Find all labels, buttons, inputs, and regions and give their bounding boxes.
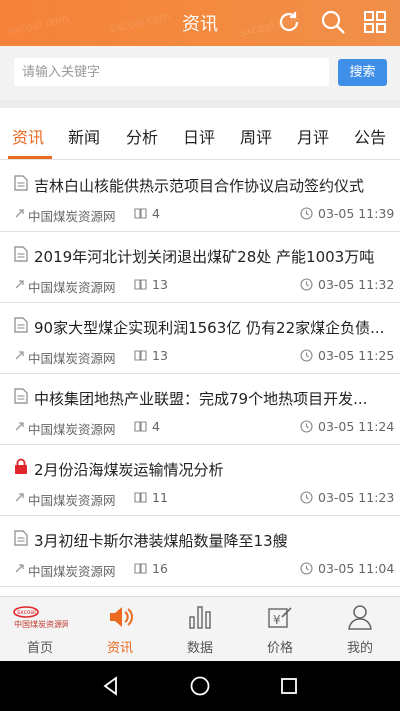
read-count: 4: [152, 206, 160, 221]
tab-xinwen[interactable]: 新闻: [68, 124, 100, 148]
read-count: 16: [152, 561, 168, 576]
source-link-icon: [15, 564, 24, 573]
publish-time: 03-05 11:39: [318, 206, 395, 221]
bar-chart-icon: [189, 606, 211, 629]
clock-icon: [300, 278, 313, 291]
publish-time: 03-05 11:32: [318, 277, 395, 292]
active-tab-indicator: [8, 156, 52, 159]
article-title: 2019年河北计划关闭退出煤矿28处 产能1003万吨: [34, 248, 375, 266]
document-icon: [14, 530, 28, 546]
book-icon: [134, 350, 147, 361]
clock-icon: [300, 420, 313, 433]
book-icon: [134, 208, 147, 219]
nav-home[interactable]: sxcoal 中国煤炭资源网 首页: [0, 597, 80, 662]
tab-yueping[interactable]: 月评: [297, 124, 329, 148]
publish-time: 03-05 11:23: [318, 490, 395, 505]
recents-icon[interactable]: [278, 675, 300, 697]
document-icon: [14, 175, 28, 191]
nav-label: 我的: [346, 641, 373, 656]
publish-time: 03-05 11:24: [318, 419, 395, 434]
list-item[interactable]: 吉林白山核能供热示范项目合作协议启动签约仪式 中国煤炭资源网 4 03-05 1…: [0, 161, 400, 232]
article-source: 中国煤炭资源网: [28, 351, 116, 366]
user-icon: [348, 605, 372, 630]
document-icon: [14, 246, 28, 262]
document-icon: [14, 388, 28, 404]
source-link-icon: [15, 493, 24, 502]
publish-time: 03-05 11:25: [318, 348, 395, 363]
clock-icon: [300, 349, 313, 362]
book-icon: [134, 279, 147, 290]
read-count: 13: [152, 277, 168, 292]
list-item[interactable]: 3月初纽卡斯尔港装煤船数量降至13艘 中国煤炭资源网 16 03-05 11:0…: [0, 516, 400, 587]
clock-icon: [300, 562, 313, 575]
article-title: 3月初纽卡斯尔港装煤船数量降至13艘: [34, 532, 288, 550]
home-icon[interactable]: [189, 675, 211, 697]
back-icon[interactable]: [100, 675, 122, 697]
speaker-icon: [110, 607, 133, 627]
lock-icon: [15, 458, 27, 474]
tab-gonggao[interactable]: 公告: [354, 124, 386, 148]
read-count: 4: [152, 419, 160, 434]
bottom-nav: sxcoal 中国煤炭资源网 首页 资讯 数据 ¥ 价格 我的: [0, 596, 400, 661]
tab-zixun[interactable]: 资讯: [12, 124, 44, 148]
source-link-icon: [15, 422, 24, 431]
app-header: sxcoal.com sxcoal.com sxcoal.com 资讯: [0, 0, 400, 46]
nav-data[interactable]: 数据: [160, 597, 240, 662]
book-icon: [134, 563, 147, 574]
article-title: 2月份沿海煤炭运输情况分析: [34, 461, 224, 479]
source-link-icon: [15, 280, 24, 289]
nav-news[interactable]: 资讯: [80, 597, 160, 662]
system-nav-bar: [0, 661, 400, 711]
grid-menu-icon[interactable]: [362, 9, 388, 35]
category-tabs: 资讯 新闻 分析 日评 周评 月评 公告: [0, 108, 400, 160]
nav-mine[interactable]: 我的: [320, 597, 400, 662]
list-item[interactable]: 90家大型煤企实现利润1563亿 仍有22家煤企负债... 中国煤炭资源网 13…: [0, 303, 400, 374]
tab-fenxi[interactable]: 分析: [126, 124, 158, 148]
home-logo-icon: sxcoal 中国煤炭资源网: [13, 606, 68, 629]
article-source: 中国煤炭资源网: [28, 280, 116, 295]
tab-zhouping[interactable]: 周评: [240, 124, 272, 148]
svg-text:中国煤炭资源网: 中国煤炭资源网: [14, 619, 68, 629]
source-link-icon: [15, 209, 24, 218]
read-count: 13: [152, 348, 168, 363]
article-source: 中国煤炭资源网: [28, 209, 116, 224]
clock-icon: [300, 207, 313, 220]
article-title: 吉林白山核能供热示范项目合作协议启动签约仪式: [34, 177, 365, 195]
nav-label: 首页: [26, 641, 53, 656]
nav-price[interactable]: ¥ 价格: [240, 597, 320, 662]
nav-label: 数据: [186, 641, 213, 656]
read-count: 11: [152, 490, 168, 505]
search-button[interactable]: 搜索: [338, 59, 387, 86]
article-source: 中国煤炭资源网: [28, 493, 116, 508]
price-tag-icon: ¥: [268, 607, 292, 628]
list-item[interactable]: 2019年河北计划关闭退出煤矿28处 产能1003万吨 中国煤炭资源网 13 0…: [0, 232, 400, 303]
search-input[interactable]: [14, 58, 329, 86]
publish-time: 03-05 11:04: [318, 561, 395, 576]
article-title: 中核集团地热产业联盟：完成79个地热项目开发...: [34, 390, 368, 408]
refresh-icon[interactable]: [276, 9, 302, 35]
tab-ripping[interactable]: 日评: [183, 124, 215, 148]
svg-text:sxcoal: sxcoal: [17, 609, 36, 616]
list-item[interactable]: 2月份沿海煤炭运输情况分析 中国煤炭资源网 11 03-05 11:23: [0, 445, 400, 516]
article-title: 90家大型煤企实现利润1563亿 仍有22家煤企负债...: [34, 319, 385, 337]
book-icon: [134, 492, 147, 503]
clock-icon: [300, 491, 313, 504]
article-source: 中国煤炭资源网: [28, 564, 116, 579]
section-divider: [0, 100, 400, 108]
book-icon: [134, 421, 147, 432]
svg-text:¥: ¥: [273, 613, 281, 627]
nav-label: 资讯: [106, 641, 133, 656]
nav-label: 价格: [266, 641, 293, 656]
source-link-icon: [15, 351, 24, 360]
list-item[interactable]: 中核集团地热产业联盟：完成79个地热项目开发... 中国煤炭资源网 4 03-0…: [0, 374, 400, 445]
search-icon[interactable]: [320, 9, 346, 35]
article-source: 中国煤炭资源网: [28, 422, 116, 437]
document-icon: [14, 317, 28, 333]
